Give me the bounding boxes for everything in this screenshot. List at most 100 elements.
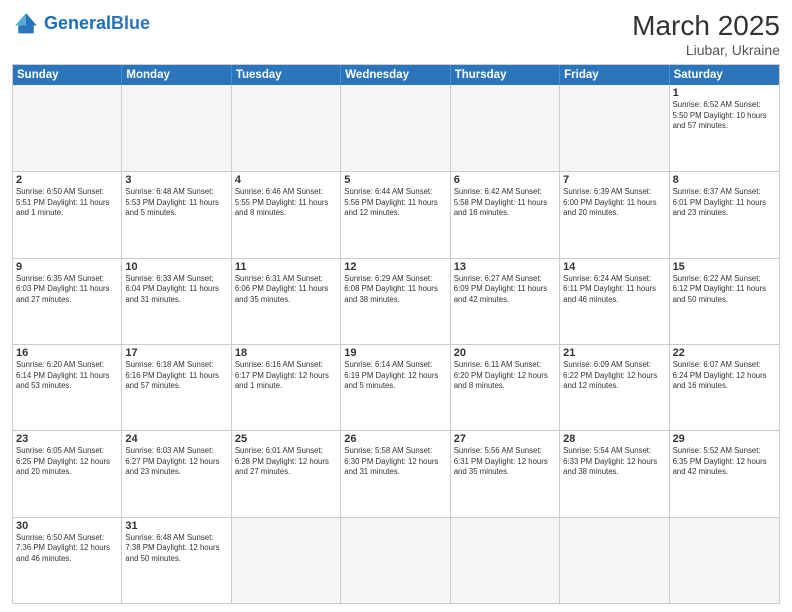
cal-cell-0-4 <box>451 85 560 171</box>
day-info: Sunrise: 6:22 AM Sunset: 6:12 PM Dayligh… <box>673 274 776 306</box>
cal-cell-0-5 <box>560 85 669 171</box>
subtitle: Liubar, Ukraine <box>632 42 780 58</box>
day-info: Sunrise: 6:11 AM Sunset: 6:20 PM Dayligh… <box>454 360 556 392</box>
cal-cell-3-4: 20Sunrise: 6:11 AM Sunset: 6:20 PM Dayli… <box>451 345 560 430</box>
header-tuesday: Tuesday <box>232 65 341 85</box>
day-info: Sunrise: 6:39 AM Sunset: 6:00 PM Dayligh… <box>563 187 665 219</box>
cal-row-2: 9Sunrise: 6:35 AM Sunset: 6:03 PM Daylig… <box>13 258 779 344</box>
cal-row-5: 30Sunrise: 6:50 AM Sunset: 7:36 PM Dayli… <box>13 517 779 603</box>
day-info: Sunrise: 6:46 AM Sunset: 5:55 PM Dayligh… <box>235 187 337 219</box>
cal-cell-2-6: 15Sunrise: 6:22 AM Sunset: 6:12 PM Dayli… <box>670 259 779 344</box>
cal-cell-0-3 <box>341 85 450 171</box>
day-info: Sunrise: 6:48 AM Sunset: 7:38 PM Dayligh… <box>125 533 227 565</box>
cal-cell-0-1 <box>122 85 231 171</box>
day-info: Sunrise: 5:54 AM Sunset: 6:33 PM Dayligh… <box>563 446 665 478</box>
cal-cell-2-2: 11Sunrise: 6:31 AM Sunset: 6:06 PM Dayli… <box>232 259 341 344</box>
day-info: Sunrise: 6:03 AM Sunset: 6:27 PM Dayligh… <box>125 446 227 478</box>
day-number: 10 <box>125 261 227 273</box>
day-info: Sunrise: 6:20 AM Sunset: 6:14 PM Dayligh… <box>16 360 118 392</box>
cal-cell-4-0: 23Sunrise: 6:05 AM Sunset: 6:25 PM Dayli… <box>13 431 122 516</box>
day-info: Sunrise: 6:44 AM Sunset: 5:56 PM Dayligh… <box>344 187 446 219</box>
day-number: 22 <box>673 347 776 359</box>
day-number: 4 <box>235 174 337 186</box>
day-number: 17 <box>125 347 227 359</box>
day-info: Sunrise: 6:42 AM Sunset: 5:58 PM Dayligh… <box>454 187 556 219</box>
day-number: 21 <box>563 347 665 359</box>
day-info: Sunrise: 6:01 AM Sunset: 6:28 PM Dayligh… <box>235 446 337 478</box>
logo-general: General <box>44 13 111 33</box>
day-number: 8 <box>673 174 776 186</box>
day-info: Sunrise: 6:05 AM Sunset: 6:25 PM Dayligh… <box>16 446 118 478</box>
day-info: Sunrise: 6:35 AM Sunset: 6:03 PM Dayligh… <box>16 274 118 306</box>
day-number: 1 <box>673 87 776 99</box>
day-number: 29 <box>673 433 776 445</box>
header: GeneralBlue March 2025 Liubar, Ukraine <box>12 10 780 58</box>
cal-cell-1-6: 8Sunrise: 6:37 AM Sunset: 6:01 PM Daylig… <box>670 172 779 257</box>
header-sunday: Sunday <box>13 65 122 85</box>
day-number: 5 <box>344 174 446 186</box>
day-number: 11 <box>235 261 337 273</box>
cal-cell-0-2 <box>232 85 341 171</box>
cal-cell-3-0: 16Sunrise: 6:20 AM Sunset: 6:14 PM Dayli… <box>13 345 122 430</box>
day-info: Sunrise: 6:16 AM Sunset: 6:17 PM Dayligh… <box>235 360 337 392</box>
cal-cell-1-4: 6Sunrise: 6:42 AM Sunset: 5:58 PM Daylig… <box>451 172 560 257</box>
day-number: 24 <box>125 433 227 445</box>
day-info: Sunrise: 6:33 AM Sunset: 6:04 PM Dayligh… <box>125 274 227 306</box>
cal-cell-4-2: 25Sunrise: 6:01 AM Sunset: 6:28 PM Dayli… <box>232 431 341 516</box>
page: GeneralBlue March 2025 Liubar, Ukraine S… <box>0 0 792 612</box>
day-number: 30 <box>16 520 118 532</box>
day-number: 6 <box>454 174 556 186</box>
cal-cell-5-6 <box>670 518 779 603</box>
cal-cell-4-4: 27Sunrise: 5:56 AM Sunset: 6:31 PM Dayli… <box>451 431 560 516</box>
cal-cell-3-3: 19Sunrise: 6:14 AM Sunset: 6:19 PM Dayli… <box>341 345 450 430</box>
calendar-header: Sunday Monday Tuesday Wednesday Thursday… <box>13 65 779 85</box>
cal-cell-2-0: 9Sunrise: 6:35 AM Sunset: 6:03 PM Daylig… <box>13 259 122 344</box>
header-thursday: Thursday <box>451 65 560 85</box>
cal-cell-2-4: 13Sunrise: 6:27 AM Sunset: 6:09 PM Dayli… <box>451 259 560 344</box>
header-monday: Monday <box>122 65 231 85</box>
cal-cell-1-2: 4Sunrise: 6:46 AM Sunset: 5:55 PM Daylig… <box>232 172 341 257</box>
day-info: Sunrise: 6:50 AM Sunset: 7:36 PM Dayligh… <box>16 533 118 565</box>
day-number: 31 <box>125 520 227 532</box>
day-number: 18 <box>235 347 337 359</box>
day-info: Sunrise: 5:58 AM Sunset: 6:30 PM Dayligh… <box>344 446 446 478</box>
day-info: Sunrise: 6:50 AM Sunset: 5:51 PM Dayligh… <box>16 187 118 219</box>
cal-cell-3-5: 21Sunrise: 6:09 AM Sunset: 6:22 PM Dayli… <box>560 345 669 430</box>
cal-cell-5-2 <box>232 518 341 603</box>
month-title: March 2025 <box>632 10 780 42</box>
title-area: March 2025 Liubar, Ukraine <box>632 10 780 58</box>
day-info: Sunrise: 6:07 AM Sunset: 6:24 PM Dayligh… <box>673 360 776 392</box>
cal-cell-2-1: 10Sunrise: 6:33 AM Sunset: 6:04 PM Dayli… <box>122 259 231 344</box>
cal-cell-5-1: 31Sunrise: 6:48 AM Sunset: 7:38 PM Dayli… <box>122 518 231 603</box>
day-number: 27 <box>454 433 556 445</box>
day-number: 28 <box>563 433 665 445</box>
cal-cell-2-5: 14Sunrise: 6:24 AM Sunset: 6:11 PM Dayli… <box>560 259 669 344</box>
header-wednesday: Wednesday <box>341 65 450 85</box>
day-number: 7 <box>563 174 665 186</box>
logo: GeneralBlue <box>12 10 150 38</box>
day-number: 14 <box>563 261 665 273</box>
cal-cell-5-0: 30Sunrise: 6:50 AM Sunset: 7:36 PM Dayli… <box>13 518 122 603</box>
logo-text: GeneralBlue <box>44 14 150 34</box>
cal-cell-4-3: 26Sunrise: 5:58 AM Sunset: 6:30 PM Dayli… <box>341 431 450 516</box>
cal-cell-0-6: 1Sunrise: 6:52 AM Sunset: 5:50 PM Daylig… <box>670 85 779 171</box>
day-info: Sunrise: 6:18 AM Sunset: 6:16 PM Dayligh… <box>125 360 227 392</box>
day-info: Sunrise: 6:29 AM Sunset: 6:08 PM Dayligh… <box>344 274 446 306</box>
day-info: Sunrise: 6:24 AM Sunset: 6:11 PM Dayligh… <box>563 274 665 306</box>
cal-cell-4-1: 24Sunrise: 6:03 AM Sunset: 6:27 PM Dayli… <box>122 431 231 516</box>
logo-blue: Blue <box>111 13 150 33</box>
calendar: Sunday Monday Tuesday Wednesday Thursday… <box>12 64 780 604</box>
logo-icon <box>12 10 40 38</box>
day-number: 2 <box>16 174 118 186</box>
cal-cell-4-6: 29Sunrise: 5:52 AM Sunset: 6:35 PM Dayli… <box>670 431 779 516</box>
day-number: 12 <box>344 261 446 273</box>
cal-row-4: 23Sunrise: 6:05 AM Sunset: 6:25 PM Dayli… <box>13 430 779 516</box>
cal-cell-1-0: 2Sunrise: 6:50 AM Sunset: 5:51 PM Daylig… <box>13 172 122 257</box>
cal-cell-1-5: 7Sunrise: 6:39 AM Sunset: 6:00 PM Daylig… <box>560 172 669 257</box>
cal-row-1: 2Sunrise: 6:50 AM Sunset: 5:51 PM Daylig… <box>13 171 779 257</box>
day-info: Sunrise: 5:52 AM Sunset: 6:35 PM Dayligh… <box>673 446 776 478</box>
cal-cell-1-1: 3Sunrise: 6:48 AM Sunset: 5:53 PM Daylig… <box>122 172 231 257</box>
day-number: 19 <box>344 347 446 359</box>
day-info: Sunrise: 5:56 AM Sunset: 6:31 PM Dayligh… <box>454 446 556 478</box>
cal-cell-5-5 <box>560 518 669 603</box>
